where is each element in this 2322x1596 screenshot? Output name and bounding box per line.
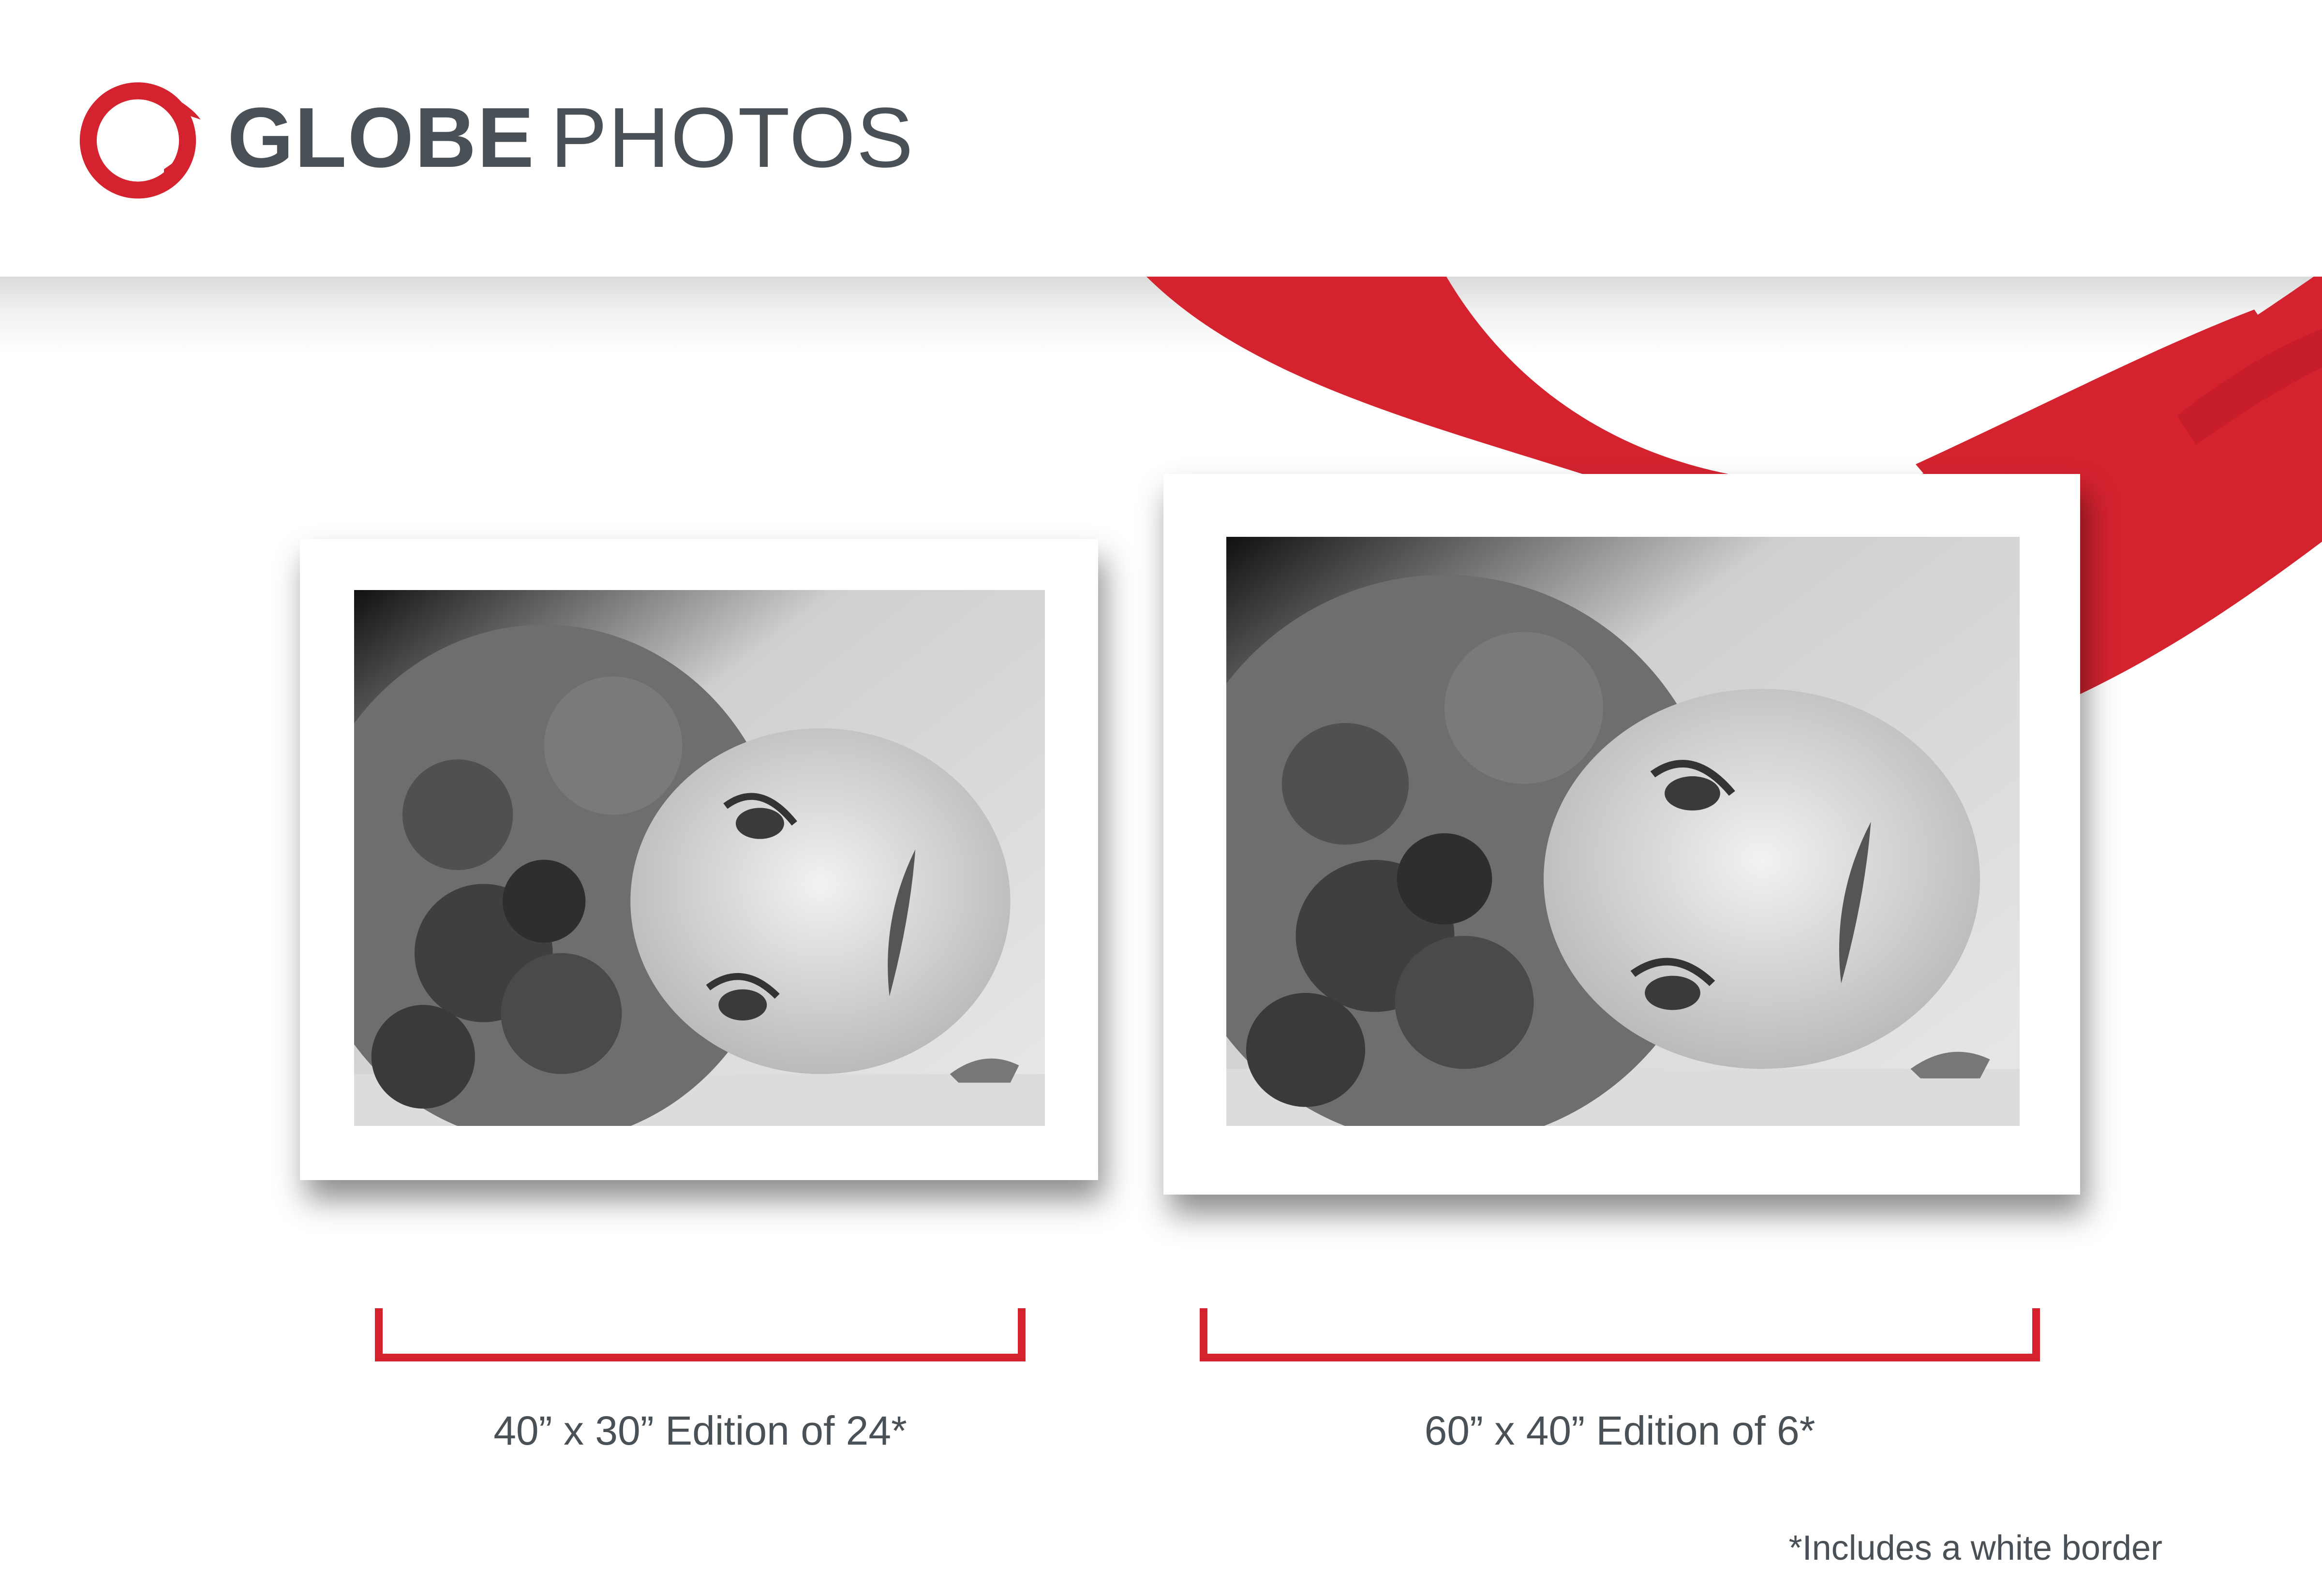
brand-name-light: PHOTOS <box>550 90 914 185</box>
edition-size: 40” x 30” <box>493 1408 654 1453</box>
edition-caption-large: 60” x 40” Edition of 6* <box>1200 1407 2040 1454</box>
print-preview-large <box>1163 474 2080 1195</box>
edition-count: Edition of 6* <box>1596 1408 1816 1453</box>
size-bracket-small <box>375 1308 1026 1361</box>
edition-caption-small: 40” x 30” Edition of 24* <box>375 1407 1026 1454</box>
edition-size: 60” x 40” <box>1424 1408 1585 1453</box>
portrait-photo <box>354 590 1045 1126</box>
brand-wordmark: GLOBE PHOTOS <box>227 90 914 185</box>
portrait-photo <box>1226 537 2020 1126</box>
edition-count: Edition of 24* <box>665 1408 907 1453</box>
border-footnote: *Includes a white border <box>1788 1529 2162 1567</box>
brand-name-bold: GLOBE <box>227 90 535 185</box>
globe-logo-icon <box>79 82 201 199</box>
print-preview-small <box>300 539 1098 1180</box>
size-bracket-large <box>1200 1308 2040 1361</box>
header: GLOBE PHOTOS <box>0 0 2322 277</box>
